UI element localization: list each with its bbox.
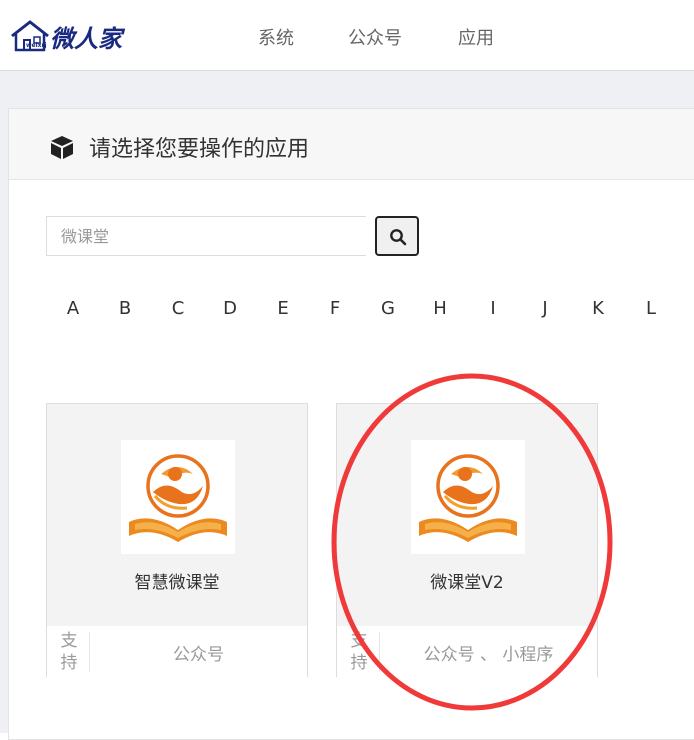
book-logo-icon bbox=[419, 454, 517, 542]
search-icon bbox=[390, 229, 407, 246]
logo-wordmark: 微人家 bbox=[50, 24, 126, 53]
support-label: 支持 bbox=[350, 631, 368, 673]
letter-filter-f[interactable]: F bbox=[320, 298, 350, 319]
app-card-footer: 支持 公众号 、 小程序 bbox=[337, 626, 597, 678]
search-button[interactable] bbox=[375, 216, 419, 256]
letter-filter-l[interactable]: L bbox=[636, 298, 666, 319]
panel-title: 请选择您要操作的应用 bbox=[89, 137, 310, 162]
site-logo[interactable]: weixrj 微人家 bbox=[10, 18, 150, 54]
app-card-body: 智慧微课堂 bbox=[47, 404, 307, 626]
logo-sub: weixrj bbox=[26, 42, 47, 49]
letter-filter-i[interactable]: I bbox=[478, 298, 508, 319]
nav-system[interactable]: 系统 bbox=[258, 24, 294, 50]
letter-filter-d[interactable]: D bbox=[215, 298, 245, 319]
app-icon bbox=[121, 440, 235, 554]
support-label: 支持 bbox=[60, 631, 78, 673]
letter-filter-e[interactable]: E bbox=[268, 298, 298, 319]
letter-filter-a[interactable]: A bbox=[58, 298, 88, 319]
letter-filter-c[interactable]: C bbox=[163, 298, 193, 319]
letter-filter-k[interactable]: K bbox=[583, 298, 613, 319]
letter-filter-j[interactable]: J bbox=[530, 298, 560, 319]
app-card-footer: 支持 公众号 bbox=[47, 626, 307, 678]
app-card[interactable]: 微课堂V2 支持 公众号 、 小程序 bbox=[336, 403, 598, 678]
top-navbar: weixrj 微人家 系统 公众号 应用 bbox=[0, 0, 694, 71]
support-platforms: 公众号 bbox=[173, 645, 224, 665]
app-name: 智慧微课堂 bbox=[134, 573, 220, 593]
letter-filter-b[interactable]: B bbox=[110, 298, 140, 319]
house-logo-icon: weixrj 微人家 bbox=[11, 20, 126, 53]
app-name: 微课堂V2 bbox=[430, 573, 504, 593]
cube-icon bbox=[51, 136, 73, 159]
book-logo-icon bbox=[129, 454, 227, 542]
nav-apps[interactable]: 应用 bbox=[458, 24, 494, 50]
search-input[interactable] bbox=[46, 216, 366, 256]
letter-filter-h[interactable]: H bbox=[425, 298, 455, 319]
panel-header: 请选择您要操作的应用 bbox=[9, 109, 694, 180]
support-platforms: 公众号 、 小程序 bbox=[423, 645, 554, 665]
letter-filter-g[interactable]: G bbox=[373, 298, 403, 319]
nav-official-account[interactable]: 公众号 bbox=[348, 24, 402, 50]
app-icon bbox=[411, 440, 525, 554]
app-card-body: 微课堂V2 bbox=[337, 404, 597, 626]
app-card[interactable]: 智慧微课堂 支持 公众号 bbox=[46, 403, 308, 678]
